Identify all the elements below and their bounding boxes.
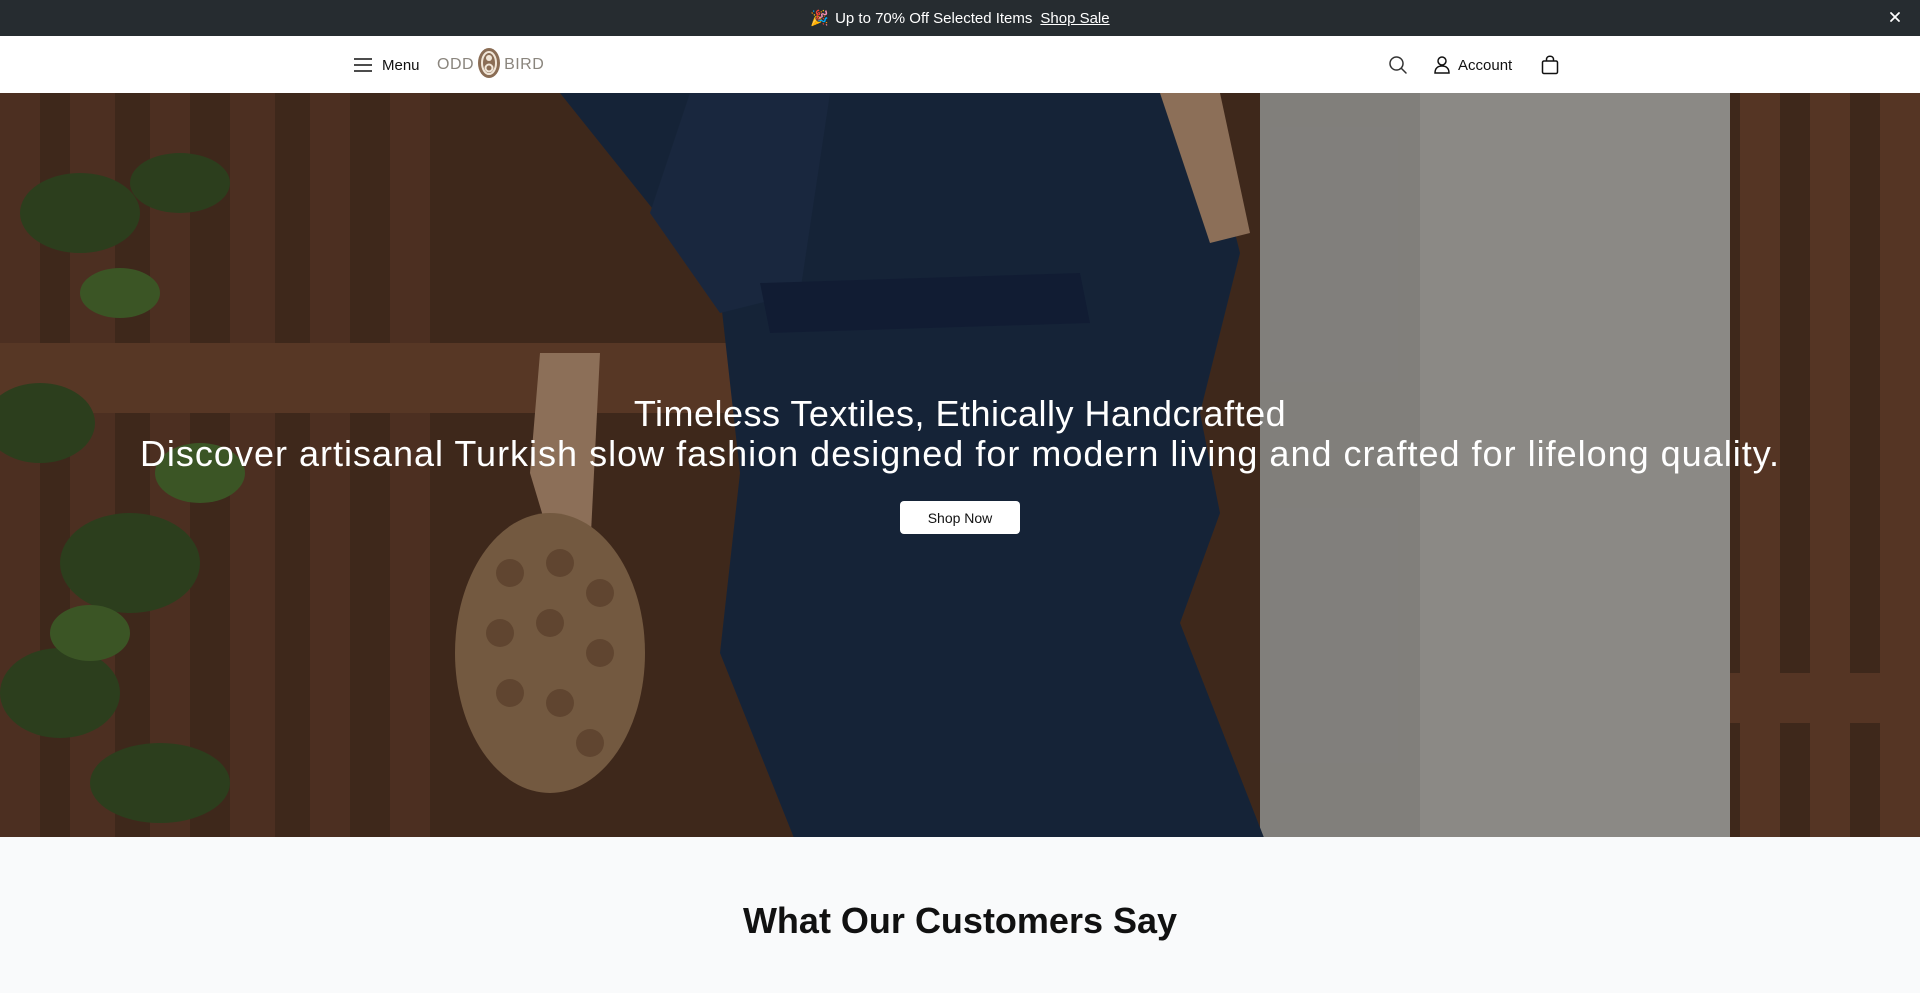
account-label: Account xyxy=(1458,56,1513,74)
shop-now-button[interactable]: Shop Now xyxy=(900,501,1020,534)
menu-label: Menu xyxy=(382,56,420,74)
logo[interactable]: ODD BIRD xyxy=(437,47,545,84)
hero-banner: Timeless Textiles, Ethically Handcrafted… xyxy=(0,93,1920,837)
shopping-bag-icon xyxy=(1541,55,1559,75)
bird-logo-icon xyxy=(477,47,501,84)
search-icon xyxy=(1389,56,1407,74)
account-button[interactable]: Account xyxy=(1434,53,1512,77)
announcement-bar: 🎉 Up to 70% Off Selected Items Shop Sale xyxy=(0,0,1920,36)
close-icon[interactable] xyxy=(1886,8,1904,26)
site-header: Menu ODD BIRD Account xyxy=(0,36,1920,94)
menu-button[interactable]: Menu xyxy=(354,52,420,78)
logo-text-left: ODD xyxy=(437,56,475,73)
hero-subtitle: Discover artisanal Turkish slow fashion … xyxy=(139,433,1781,474)
hamburger-icon xyxy=(354,58,372,72)
logo-text-right: BIRD xyxy=(504,56,545,73)
search-button[interactable] xyxy=(1386,53,1410,77)
testimonials-heading: What Our Customers Say xyxy=(742,900,1178,941)
user-icon xyxy=(1434,56,1450,74)
announcement-text: Up to 70% Off Selected Items xyxy=(835,9,1033,27)
cart-button[interactable] xyxy=(1538,53,1562,77)
shop-sale-link[interactable]: Shop Sale xyxy=(1040,10,1109,27)
party-popper-icon: 🎉 xyxy=(810,10,830,27)
hero-title: Timeless Textiles, Ethically Handcrafted xyxy=(633,393,1287,434)
